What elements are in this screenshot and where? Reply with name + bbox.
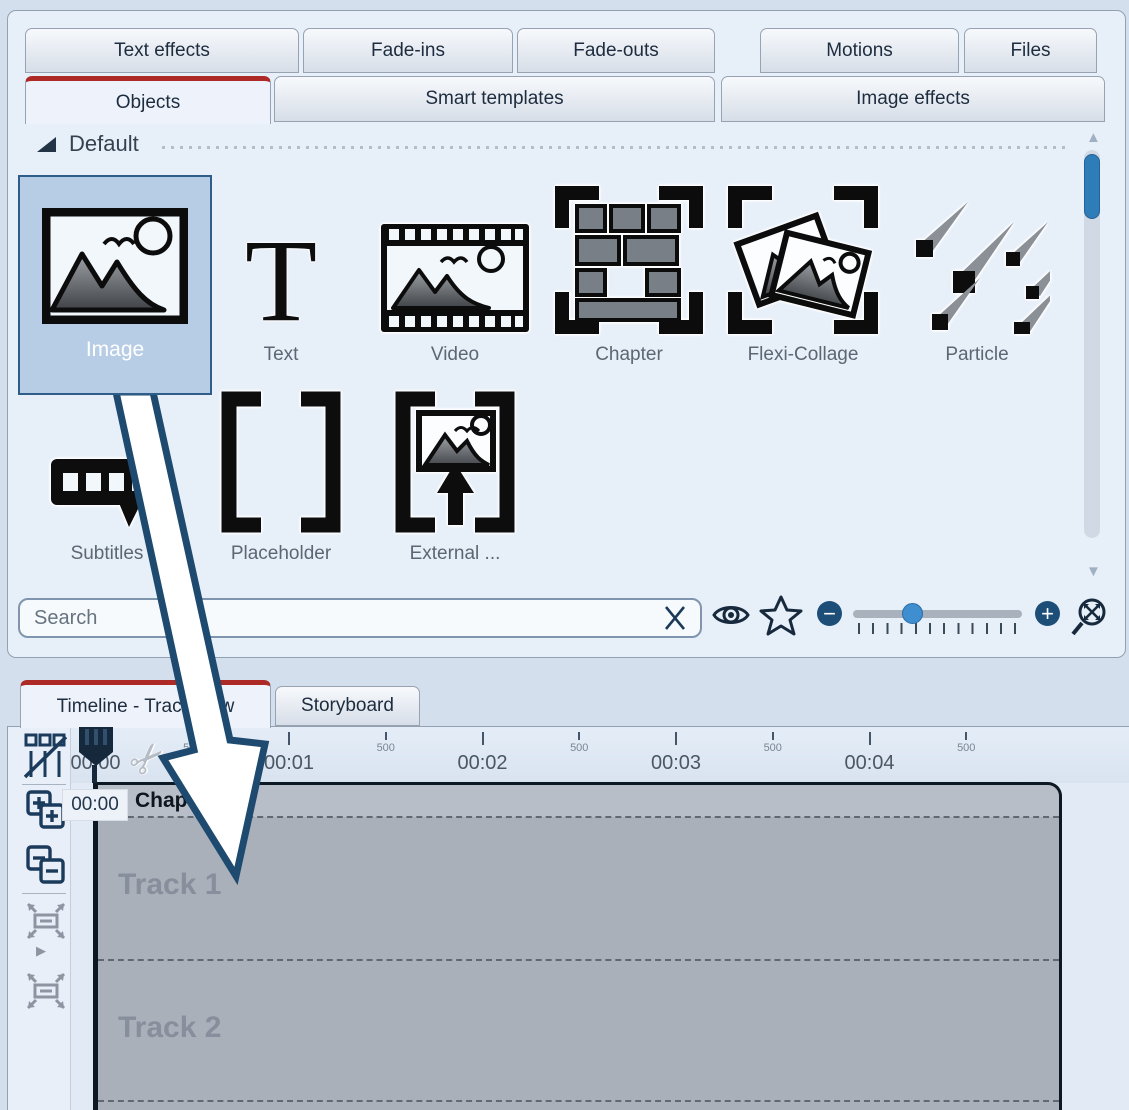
object-tile-chapter[interactable]: Chapter	[544, 178, 714, 366]
ruler-mark: 00:04	[825, 732, 915, 775]
tab-label: Motions	[826, 40, 893, 62]
subtitles-icon	[49, 451, 165, 533]
minus-icon: −	[823, 603, 836, 625]
section-divider	[162, 146, 1070, 149]
object-tile-label: Video	[431, 344, 479, 366]
tab-label: Image effects	[856, 88, 970, 110]
tab-fade-ins[interactable]: Fade-ins	[303, 28, 513, 73]
tab-image-effects[interactable]: Image effects	[721, 76, 1105, 122]
ruler-mark: 00:01	[244, 732, 334, 775]
tab-label: Fade-outs	[573, 40, 659, 62]
video-icon	[379, 222, 531, 334]
zoom-slider-thumb[interactable]	[902, 603, 923, 624]
search-input[interactable]	[20, 607, 662, 630]
tab-label: Objects	[116, 92, 180, 114]
object-tile-text[interactable]: T Text	[196, 178, 366, 366]
ruler-mark: 500	[921, 732, 1011, 754]
tab-files[interactable]: Files	[964, 28, 1097, 73]
object-tile-particle[interactable]: Particle	[892, 178, 1062, 366]
plus-icon: +	[1041, 603, 1054, 625]
tab-label: Smart templates	[425, 88, 563, 110]
object-tile-external[interactable]: External ...	[370, 385, 540, 565]
thumbnail-zoom-slider[interactable]	[853, 610, 1022, 618]
favorites-star-icon[interactable]	[759, 594, 803, 638]
object-tile-image[interactable]: Image	[18, 175, 212, 395]
playhead-stem	[92, 765, 97, 783]
track-1-label: Track 1	[118, 868, 221, 902]
tab-label: Timeline - Track view	[57, 696, 235, 718]
tab-label: Storyboard	[301, 695, 394, 717]
placeholder-icon	[215, 391, 347, 533]
zoom-in-button[interactable]: +	[1035, 601, 1060, 626]
object-tile-label: Flexi-Collage	[748, 344, 859, 366]
zoom-out-button[interactable]: −	[817, 601, 842, 626]
tab-text-effects[interactable]: Text effects	[25, 28, 299, 73]
collapse-triangle-icon[interactable]	[37, 137, 56, 152]
app-window: Text effects Fade-ins Fade-outs Motions …	[0, 0, 1129, 1110]
zoom-reset-icon[interactable]	[1068, 596, 1110, 638]
chapter-strip[interactable]	[98, 785, 1059, 817]
chapter-label: Chapter	[135, 789, 214, 813]
track-divider	[98, 816, 1059, 818]
object-tile-video[interactable]: Video	[370, 178, 540, 366]
ruler-mark: 500	[341, 732, 431, 754]
tab-storyboard[interactable]: Storyboard	[275, 686, 420, 726]
track-2-label: Track 2	[118, 1011, 221, 1045]
object-tile-label: Subtitles	[71, 543, 144, 565]
external-image-icon	[389, 391, 521, 533]
zoom-in-tracks-icon[interactable]	[26, 790, 66, 830]
tab-label: Files	[1010, 40, 1050, 62]
collapse-tracks-icon[interactable]	[26, 902, 66, 940]
tab-motions[interactable]: Motions	[760, 28, 959, 73]
chapter-start-time: 00:00	[62, 789, 128, 821]
object-tile-label: Particle	[945, 344, 1008, 366]
slider-ticks	[858, 623, 1016, 634]
zoom-out-tracks-icon[interactable]	[26, 845, 66, 885]
tab-smart-templates[interactable]: Smart templates	[274, 76, 715, 122]
image-icon	[42, 208, 188, 324]
object-tile-label: Text	[264, 344, 299, 366]
tab-label: Fade-ins	[371, 40, 445, 62]
track-divider	[98, 959, 1059, 961]
ruler-mark: 00:02	[438, 732, 528, 775]
object-tile-placeholder[interactable]: Placeholder	[196, 385, 366, 565]
track-divider	[98, 1100, 1059, 1102]
search-box	[18, 598, 702, 638]
track-area[interactable]	[93, 782, 1062, 1110]
object-tile-flexi-collage[interactable]: Flexi-Collage	[718, 178, 888, 366]
scrollbar-thumb[interactable]	[1084, 154, 1100, 219]
ruler-mark: 00:03	[631, 732, 721, 775]
clear-search-icon[interactable]	[662, 605, 688, 631]
tab-fade-outs[interactable]: Fade-outs	[517, 28, 715, 73]
particle-icon	[904, 184, 1050, 334]
toolbar-separator	[22, 893, 66, 894]
object-tile-subtitles[interactable]: Subtitles	[22, 385, 192, 565]
scroll-down-icon[interactable]: ▼	[1086, 564, 1101, 579]
tab-label: Text effects	[114, 40, 210, 62]
object-tile-label: Image	[86, 338, 144, 362]
scroll-up-icon[interactable]: ▲	[1086, 130, 1101, 145]
object-tile-label: Chapter	[595, 344, 663, 366]
playhead[interactable]	[79, 727, 113, 752]
section-title: Default	[69, 131, 139, 157]
text-icon: T	[245, 228, 317, 334]
expand-tracks-icon[interactable]	[26, 972, 66, 1010]
ruler-mark: 500	[534, 732, 624, 754]
flexi-collage-icon	[728, 186, 878, 334]
tab-timeline-track-view[interactable]: Timeline - Track view	[20, 680, 271, 728]
object-tile-label: External ...	[410, 543, 501, 565]
chapter-icon	[555, 186, 703, 334]
toolbar-separator	[22, 784, 66, 785]
visibility-eye-icon[interactable]	[712, 601, 750, 629]
ruler-mark: 500	[728, 732, 818, 754]
tab-objects[interactable]: Objects	[25, 76, 271, 124]
submenu-triangle-icon[interactable]: ▶	[36, 943, 46, 959]
object-tile-label: Placeholder	[231, 543, 331, 565]
